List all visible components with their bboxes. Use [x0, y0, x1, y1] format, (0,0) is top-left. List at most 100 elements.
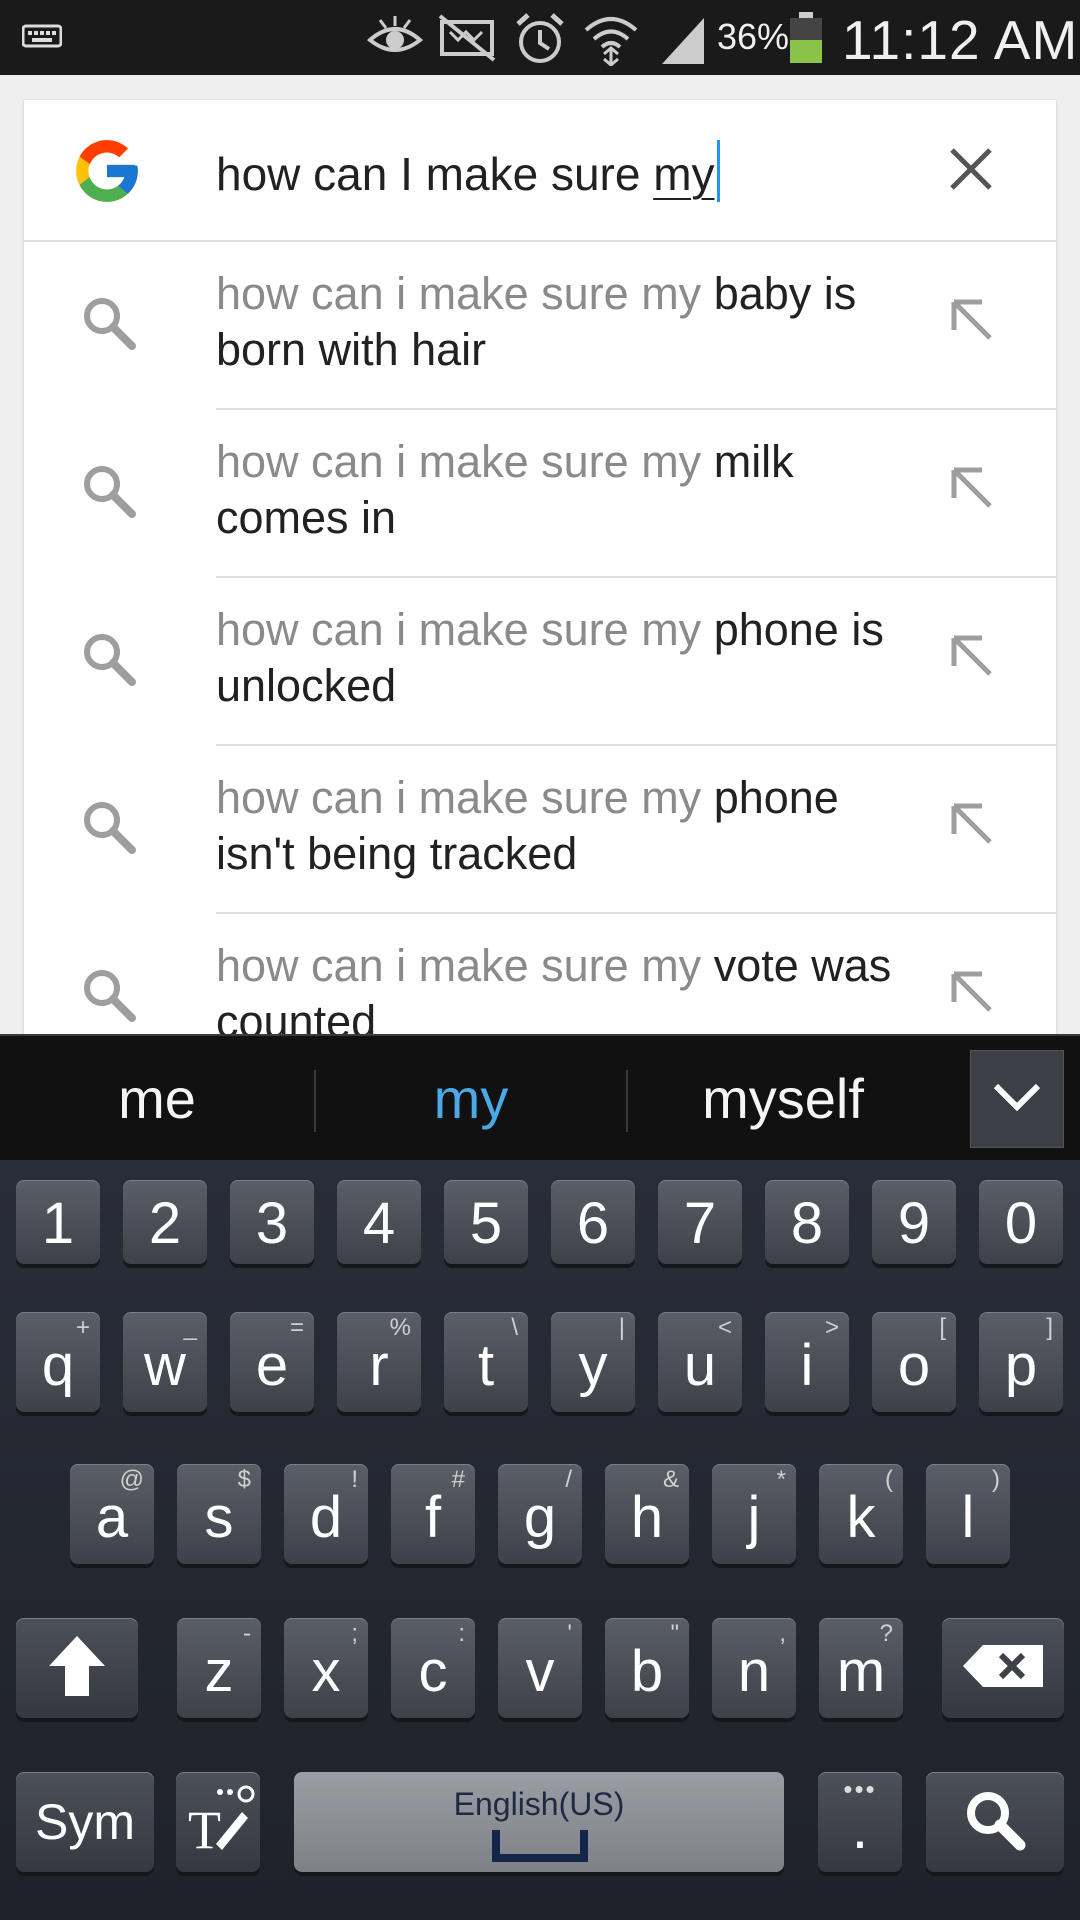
query-last-word: my — [653, 148, 715, 200]
key-i[interactable]: > i — [765, 1312, 849, 1412]
key-d[interactable]: ! d — [284, 1464, 368, 1564]
key-5[interactable]: 5 — [444, 1180, 528, 1264]
key-t[interactable]: \ t — [444, 1312, 528, 1412]
key-0[interactable]: 0 — [979, 1180, 1063, 1264]
fill-query-arrow-icon[interactable] — [942, 794, 1002, 854]
key-n[interactable]: ,n — [712, 1618, 796, 1718]
key-w[interactable]: _ w — [123, 1312, 207, 1412]
suggestion-item[interactable]: how can i make sure my phone isn't being… — [24, 746, 1056, 914]
close-icon — [948, 146, 994, 197]
key-label: a — [95, 1485, 129, 1550]
google-logo-icon[interactable] — [70, 134, 144, 208]
key-l[interactable]: ) l — [926, 1464, 1010, 1564]
suggestion-item[interactable]: how can i make sure my baby is born with… — [24, 242, 1056, 410]
key-label: u — [683, 1333, 717, 1398]
fill-query-arrow-icon[interactable] — [942, 290, 1002, 350]
key-v[interactable]: ' v — [498, 1618, 582, 1718]
suggestion-item[interactable]: how can i make sure my milk comes in — [24, 410, 1056, 578]
key-label: x — [311, 1639, 341, 1704]
sym-label: Sym — [35, 1794, 135, 1850]
key-r[interactable]: % r — [337, 1312, 421, 1412]
key-j[interactable]: * j — [712, 1464, 796, 1564]
key-label: n — [737, 1639, 771, 1704]
key-2[interactable]: 2 — [123, 1180, 207, 1264]
key-z[interactable]: -z — [177, 1618, 261, 1718]
backspace-icon — [961, 1643, 1045, 1694]
key-label: e — [255, 1333, 289, 1398]
key-c[interactable]: :c — [391, 1618, 475, 1718]
alarm-icon — [514, 12, 566, 71]
search-input[interactable]: how can I make sure my — [216, 140, 720, 202]
key-g[interactable]: / g — [498, 1464, 582, 1564]
prediction-my[interactable]: my — [316, 1036, 626, 1162]
key-o[interactable]: [o — [872, 1312, 956, 1412]
key-4[interactable]: 4 — [337, 1180, 421, 1264]
key-label: 3 — [255, 1191, 289, 1256]
collapse-predictions-button[interactable] — [970, 1050, 1064, 1148]
keyboard: me my myself Sym T English(US) ••• . 1 2… — [0, 1034, 1080, 1920]
key-label: 2 — [148, 1191, 182, 1256]
key-label: b — [630, 1639, 664, 1704]
suggestion-text: how can i make sure my baby is born with… — [216, 266, 916, 378]
key-x[interactable]: ; x — [284, 1618, 368, 1718]
fill-query-arrow-icon[interactable] — [942, 458, 1002, 518]
key-u[interactable]: < u — [658, 1312, 742, 1412]
key-7[interactable]: 7 — [658, 1180, 742, 1264]
key-k[interactable]: (k — [819, 1464, 903, 1564]
suggestion-item[interactable]: how can i make sure my vote was counted — [24, 914, 1056, 1034]
key-m[interactable]: ? m — [819, 1618, 903, 1718]
key-label: y — [578, 1333, 608, 1398]
key-a[interactable]: @ a — [70, 1464, 154, 1564]
key-y[interactable]: | y — [551, 1312, 635, 1412]
suggestion-text: how can i make sure my milk comes in — [216, 434, 916, 546]
key-label: 8 — [790, 1191, 824, 1256]
prediction-bar: me my myself — [0, 1034, 1080, 1160]
key-label: c — [418, 1639, 448, 1704]
key-6[interactable]: 6 — [551, 1180, 635, 1264]
key-b[interactable]: " b — [605, 1618, 689, 1718]
space-key[interactable]: English(US) — [294, 1772, 784, 1872]
key-e[interactable]: = e — [230, 1312, 314, 1412]
key-label: h — [630, 1485, 664, 1550]
space-bar-icon — [492, 1828, 588, 1867]
key-f[interactable]: # f — [391, 1464, 475, 1564]
key-label: 1 — [41, 1191, 75, 1256]
key-9[interactable]: 9 — [872, 1180, 956, 1264]
key-label: q — [41, 1333, 75, 1398]
prediction-me[interactable]: me — [0, 1036, 314, 1162]
key-s[interactable]: $ s — [177, 1464, 261, 1564]
prediction-myself[interactable]: myself — [628, 1036, 938, 1162]
backspace-key[interactable] — [942, 1618, 1064, 1718]
key-label: f — [424, 1485, 442, 1550]
key-h[interactable]: & h — [605, 1464, 689, 1564]
clear-search-button[interactable] — [936, 136, 1006, 206]
period-label: . — [851, 1793, 869, 1861]
period-key[interactable]: ••• . — [818, 1772, 902, 1872]
key-label: d — [309, 1485, 343, 1550]
key-8[interactable]: 8 — [765, 1180, 849, 1264]
text-input-options-key[interactable]: T — [176, 1772, 260, 1872]
search-key[interactable] — [926, 1772, 1064, 1872]
suggestion-prefix: how can i make sure my — [216, 436, 702, 487]
key-p[interactable]: ] p — [979, 1312, 1063, 1412]
key-label: 9 — [897, 1191, 931, 1256]
battery-percent: 36% — [717, 16, 790, 57]
suggestion-item[interactable]: how can i make sure my phone is unlocked — [24, 578, 1056, 746]
key-label: k — [846, 1485, 876, 1550]
suggestion-text: how can i make sure my phone isn't being… — [216, 770, 916, 882]
no-sim-icon — [436, 12, 498, 67]
key-label: z — [204, 1639, 234, 1704]
key-label: o — [897, 1333, 931, 1398]
key-1[interactable]: 1 — [16, 1180, 100, 1264]
suggestion-prefix: how can i make sure my — [216, 940, 702, 991]
key-q[interactable]: + q — [16, 1312, 100, 1412]
key-label: p — [1004, 1333, 1038, 1398]
key-label: 0 — [1004, 1191, 1038, 1256]
search-icon — [78, 460, 138, 520]
fill-query-arrow-icon[interactable] — [942, 626, 1002, 686]
sym-key[interactable]: Sym — [16, 1772, 154, 1872]
search-card: how can I make sure my how can i make su… — [24, 100, 1056, 1034]
key-3[interactable]: 3 — [230, 1180, 314, 1264]
shift-key[interactable] — [16, 1618, 138, 1718]
fill-query-arrow-icon[interactable] — [942, 962, 1002, 1022]
